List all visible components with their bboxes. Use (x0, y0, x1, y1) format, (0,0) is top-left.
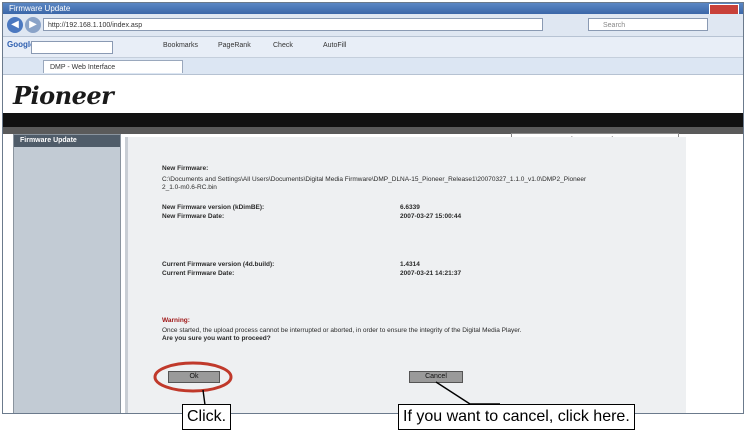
confirm-text: Are you sure you want to proceed? (162, 335, 271, 342)
current-version-label: Current Firmware version (4d.build): (162, 261, 275, 268)
current-date-value: 2007-03-21 14:21:37 (400, 270, 462, 277)
warning-title: Warning: (162, 317, 190, 324)
title-bar: Firmware Update (3, 3, 743, 15)
google-search-box[interactable] (31, 41, 113, 54)
new-version-label: New Firmware version (kDimBE): (162, 204, 265, 211)
browser-window: Firmware Update ◀ ▶ http://192.168.1.100… (2, 2, 744, 414)
page-content: Pioneer Firmware Update Firmware Update … (3, 75, 743, 413)
new-firmware-path: C:\Documents and Settings\All Users\Docu… (162, 176, 587, 183)
cancel-callout: If you want to cancel, click here. (398, 404, 635, 430)
header-band (3, 113, 743, 127)
browser-tab[interactable]: DMP - Web Interface (43, 60, 183, 73)
forward-icon[interactable]: ▶ (25, 17, 41, 33)
current-date-label: Current Firmware Date: (162, 270, 235, 277)
pioneer-logo: Pioneer (13, 81, 114, 110)
window-title: Firmware Update (9, 4, 71, 13)
sidebar: Firmware Update (13, 134, 121, 413)
new-date-value: 2007-03-27 15:00:44 (400, 213, 462, 220)
sidebar-item-firmware-update[interactable]: Firmware Update (14, 135, 120, 147)
click-callout: Click. (182, 404, 232, 430)
toolbar-item[interactable]: AutoFill (323, 42, 346, 49)
ok-button[interactable]: Ok (168, 371, 220, 383)
back-icon[interactable]: ◀ (7, 17, 23, 33)
address-row: ◀ ▶ http://192.168.1.100/index.asp Searc… (3, 14, 743, 37)
new-firmware-label: New Firmware: (162, 165, 209, 172)
search-input[interactable]: Search (588, 18, 708, 31)
new-date-label: New Firmware Date: (162, 213, 225, 220)
current-version-value: 1.4314 (400, 261, 420, 268)
toolbar-item[interactable]: Check (273, 42, 293, 49)
firmware-details: New Firmware: C:\Documents and Settings\… (150, 157, 670, 407)
tab-row: DMP - Web Interface (3, 58, 743, 75)
toolbar-item[interactable]: Bookmarks (163, 42, 198, 49)
cancel-button[interactable]: Cancel (409, 371, 463, 383)
address-bar[interactable]: http://192.168.1.100/index.asp (43, 18, 543, 31)
new-version-value: 6.6339 (400, 204, 420, 211)
toolbar-item[interactable]: PageRank (218, 42, 251, 49)
new-firmware-path-cont: 2_1.0-m0.6-RC.bin (162, 184, 217, 191)
warning-text: Once started, the upload process cannot … (162, 327, 522, 334)
google-toolbar: Google Bookmarks PageRank Check AutoFill (3, 37, 743, 58)
